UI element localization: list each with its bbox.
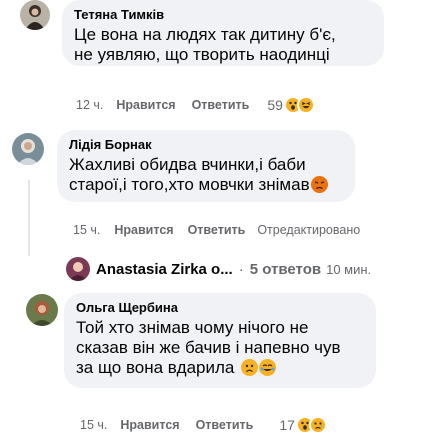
reaction-summary[interactable]: 59: [267, 96, 315, 114]
comment-actions: 12 ч. Нравится Ответить 59: [76, 95, 315, 115]
comment-actions: 15 ч. Нравится Ответить Отредактировано: [73, 220, 360, 240]
comment-text-line: сказав він же бачив і напевно чув: [76, 338, 341, 357]
reply-count[interactable]: 5 ответов: [250, 261, 321, 278]
reply-button[interactable]: Ответить: [192, 98, 250, 112]
angry-emoji-icon: [310, 176, 328, 193]
reply-author[interactable]: Anastasia Zirka о...: [96, 261, 233, 278]
comment-actions: 15 ч. Нравится Ответить 17: [80, 415, 327, 435]
like-button[interactable]: Нравится: [120, 418, 179, 432]
comment-text-fragment: за що вона вдарила: [76, 358, 235, 377]
comment-bubble: Тетяна Тимків Це вона на людях так дитин…: [62, 0, 384, 66]
comment-text-line: старої,і того,хто мовчки знімав: [69, 175, 343, 195]
comment-text-line: Той хто знімав чому нічого не: [76, 318, 309, 337]
comment-text: Жахливі обидва вчинки,і баби старої,і то…: [69, 155, 343, 195]
comment-time[interactable]: 12 ч.: [76, 98, 103, 112]
like-button[interactable]: Нравится: [116, 98, 175, 112]
comment-text-line: Жахливі обидва вчинки,і баби: [69, 155, 306, 174]
avatar[interactable]: [26, 294, 58, 326]
reaction-summary[interactable]: 17: [279, 416, 327, 434]
avatar[interactable]: [12, 133, 44, 165]
comment-text-fragment: старої,і того,хто мовчки знімав: [69, 175, 310, 194]
edited-label: Отредактировано: [257, 223, 361, 237]
haha-reaction-icon: [296, 96, 315, 114]
reply-button[interactable]: Ответить: [188, 223, 246, 237]
sad-emoji-icon: [241, 359, 259, 376]
comment-author[interactable]: Ольга Щербина: [76, 300, 364, 316]
sad-reaction-icon: [308, 416, 327, 434]
comment-text: Той хто знімав чому нічого не сказав він…: [76, 318, 364, 378]
like-button[interactable]: Нравится: [114, 223, 173, 237]
comment-text-line: не уявляю, що творить наодинці: [74, 45, 330, 64]
reply-summary[interactable]: Anastasia Zirka о... · 5 ответов 10 мин.: [66, 256, 371, 282]
comment-author[interactable]: Лідія Борнак: [69, 137, 343, 153]
reply-button[interactable]: Ответить: [196, 418, 254, 432]
comment-text-line: Це вона на людях так дитину б'є,: [74, 25, 336, 44]
reply-count-label: 5 ответов: [249, 260, 322, 278]
comment-bubble: Ольга Щербина Той хто знімав чому нічого…: [64, 293, 376, 388]
reaction-count: 59: [267, 97, 283, 113]
comment-bubble: Лідія Борнак Жахливі обидва вчинки,і баб…: [57, 130, 355, 202]
tear-emoji-icon: [259, 359, 277, 376]
reply-separator: ·: [238, 260, 244, 278]
comment-time[interactable]: 15 ч.: [73, 223, 100, 237]
comment-author[interactable]: Тетяна Тимків: [74, 7, 372, 23]
comment-text-line: за що вона вдарила: [76, 358, 364, 378]
avatar: [66, 257, 90, 281]
reply-time: 10 мин.: [326, 261, 372, 277]
thread-line: [28, 180, 30, 256]
reaction-count: 17: [279, 417, 295, 433]
avatar[interactable]: [20, 0, 50, 30]
comment-time[interactable]: 15 ч.: [80, 418, 107, 432]
comment-text: Це вона на людях так дитину б'є, не уявл…: [74, 25, 372, 65]
